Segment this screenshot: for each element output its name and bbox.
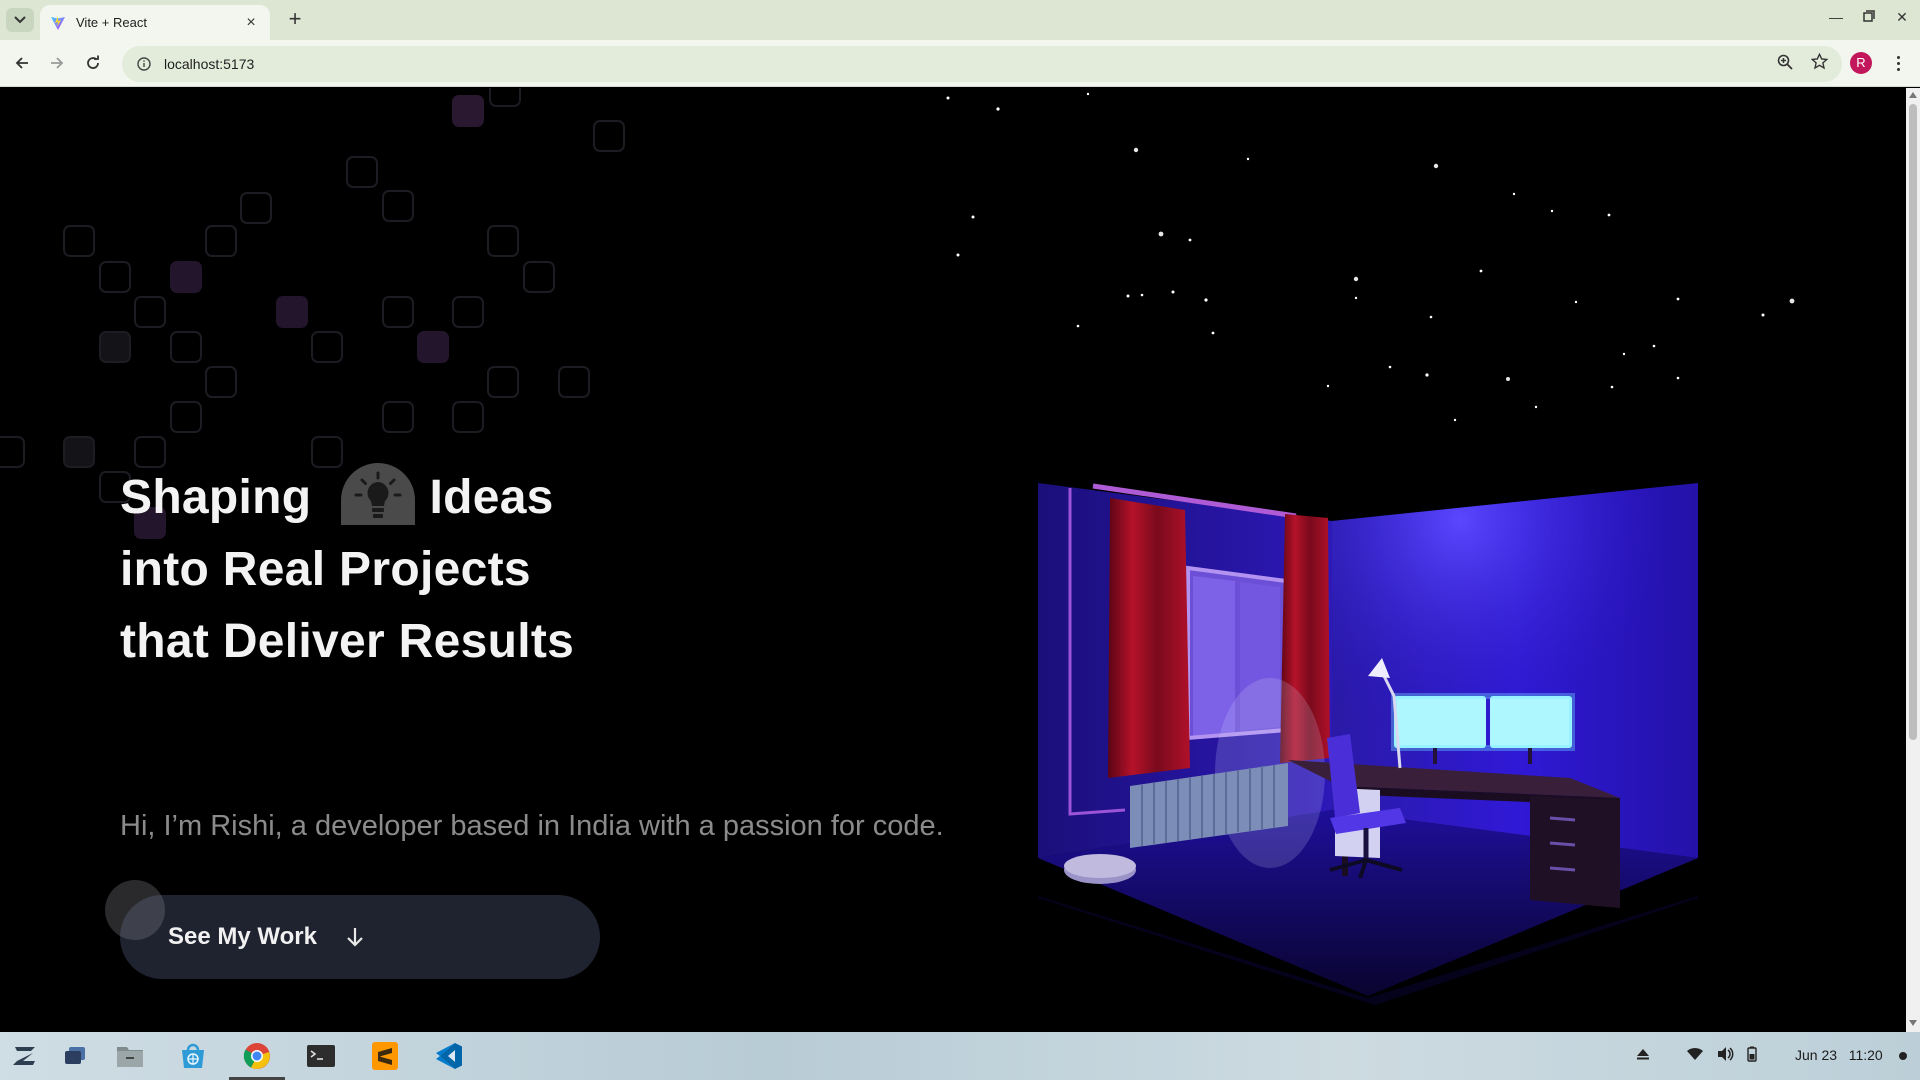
page-viewport: Shaping Ideas into Real Projects that De… — [0, 88, 1906, 1032]
eject-icon[interactable] — [1636, 1047, 1650, 1066]
browser-tab[interactable]: Vite + React × — [40, 5, 270, 40]
arrow-down-icon — [347, 928, 363, 947]
reload-icon — [87, 55, 99, 69]
lightbulb-icon — [341, 463, 416, 525]
hero-title-line-2: into Real Projects — [120, 543, 531, 596]
os-taskbar: Jun 23 11:20 — [0, 1032, 1920, 1080]
sublime-text-icon[interactable] — [368, 1040, 402, 1072]
restore-icon[interactable] — [1858, 9, 1880, 25]
site-info-icon[interactable] — [134, 54, 154, 74]
scroll-up-icon[interactable] — [1909, 92, 1917, 98]
starfield — [946, 92, 1795, 422]
software-store-icon[interactable] — [176, 1040, 210, 1072]
battery-icon[interactable] — [1746, 1046, 1758, 1067]
hero-subtitle: Hi, I’m Rishi, a developer based in Indi… — [120, 810, 944, 842]
wifi-icon[interactable] — [1686, 1047, 1704, 1066]
tab-title: Vite + React — [76, 15, 147, 30]
notification-dot[interactable] — [1899, 1052, 1907, 1060]
scrollbar-thumb[interactable] — [1909, 104, 1917, 740]
tab-search-button[interactable] — [6, 8, 34, 32]
zorin-menu-icon[interactable] — [8, 1040, 42, 1072]
see-my-work-label: See My Work — [168, 923, 317, 950]
scroll-down-icon[interactable] — [1909, 1020, 1917, 1026]
clock-date: Jun 23 — [1795, 1047, 1838, 1063]
vite-logo-icon — [51, 15, 65, 30]
arrow-left-icon — [15, 57, 28, 69]
see-my-work-button[interactable]: See My Work — [120, 895, 600, 979]
close-tab-icon[interactable]: × — [242, 14, 260, 32]
more-menu-icon[interactable] — [1888, 51, 1908, 75]
url-text: localhost:5173 — [164, 56, 255, 72]
reload-button[interactable] — [80, 50, 106, 76]
clock-time: 11:20 — [1848, 1047, 1883, 1063]
profile-avatar[interactable]: R — [1850, 52, 1872, 74]
zoom-icon[interactable] — [1777, 54, 1793, 75]
chevron-down-icon — [14, 16, 26, 24]
hero-title-line-3: that Deliver Results — [120, 615, 575, 668]
tab-strip: Vite + React × + — ✕ — [0, 0, 1920, 40]
chrome-icon[interactable] — [240, 1040, 274, 1072]
hero-word-ideas: Ideas — [429, 471, 554, 524]
terminal-icon[interactable] — [304, 1040, 338, 1072]
workspaces-icon[interactable] — [58, 1040, 92, 1072]
address-bar[interactable]: localhost:5173 — [122, 46, 1842, 82]
volume-icon[interactable] — [1716, 1046, 1734, 1067]
forward-button[interactable] — [44, 50, 70, 76]
hero-title-line-1: Shaping Ideas — [120, 462, 574, 534]
browser-toolbar: localhost:5173 R — [0, 40, 1920, 87]
hero-word-shaping: Shaping — [120, 471, 312, 524]
system-tray — [1636, 1032, 1758, 1080]
clock[interactable]: Jun 23 11:20 — [1795, 1047, 1883, 1063]
arrow-right-icon — [51, 57, 64, 69]
vscode-icon[interactable] — [432, 1040, 466, 1072]
room-3d-illustration — [1038, 483, 1698, 1005]
back-button[interactable] — [9, 50, 35, 76]
page-scrollbar[interactable] — [1906, 88, 1920, 1032]
files-icon[interactable] — [113, 1040, 147, 1072]
custom-cursor — [105, 880, 165, 940]
close-window-icon[interactable]: ✕ — [1891, 9, 1913, 26]
bookmark-star-icon[interactable] — [1810, 52, 1829, 75]
new-tab-button[interactable]: + — [282, 7, 308, 33]
hero-title: Shaping Ideas into Real Projects that De… — [120, 462, 574, 678]
minimize-icon[interactable]: — — [1825, 9, 1847, 25]
